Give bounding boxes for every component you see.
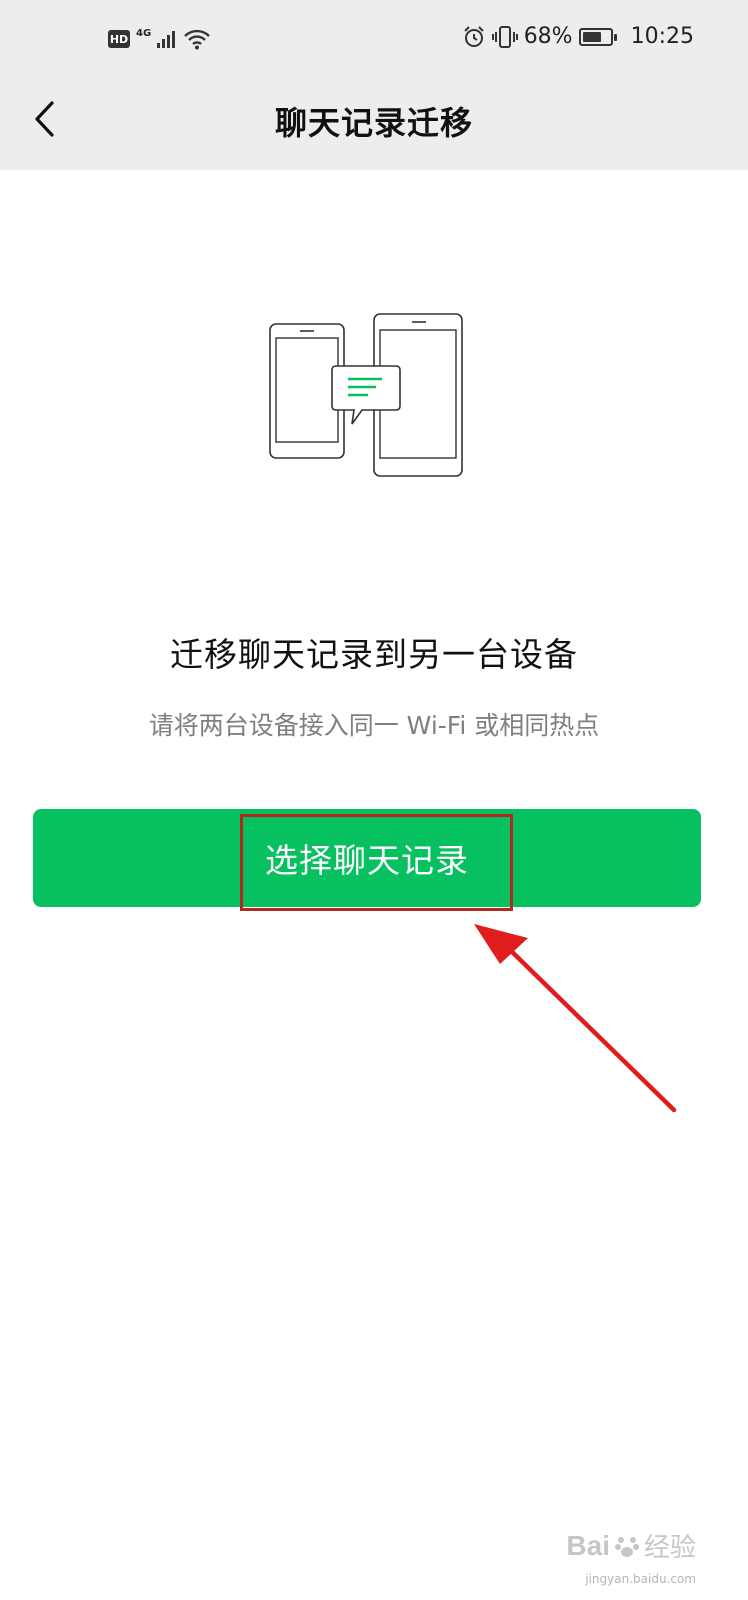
watermark-suffix: 经验 — [643, 1533, 696, 1563]
network-type-label: 4G — [136, 27, 152, 39]
wifi-instruction: 请将两台设备接入同一 Wi-Fi 或相同热点 — [148, 711, 600, 740]
battery-level-fill — [582, 31, 601, 42]
hd-icon: HD — [108, 30, 130, 48]
page-title: 聊天记录迁移 — [274, 104, 473, 142]
migration-headline: 迁移聊天记录到另一台设备 — [170, 635, 578, 674]
annotation-arrow-icon — [474, 924, 677, 1113]
wifi-icon — [184, 29, 211, 50]
navigation-bar: 聊天记录迁移 — [0, 84, 748, 154]
watermark-logo: Bai — [566, 1529, 610, 1561]
vibrate-icon — [491, 25, 518, 48]
signal-icon — [157, 31, 176, 48]
watermark-url: jingyan.baidu.com — [585, 1572, 696, 1586]
select-chat-history-label: 选择聊天记录 — [265, 841, 469, 880]
watermark: Bai 经验 — [566, 1527, 696, 1564]
select-chat-history-button[interactable]: 选择聊天记录 — [33, 809, 701, 907]
phone-transfer-illustration — [269, 313, 463, 477]
battery-icon — [578, 27, 617, 46]
paw-icon — [614, 1536, 639, 1557]
alarm-icon — [463, 25, 484, 47]
status-bar: HD 4G 68% 10:25 — [0, 22, 748, 64]
clock: 10:25 — [630, 24, 694, 49]
battery-percentage: 68% — [523, 24, 573, 49]
